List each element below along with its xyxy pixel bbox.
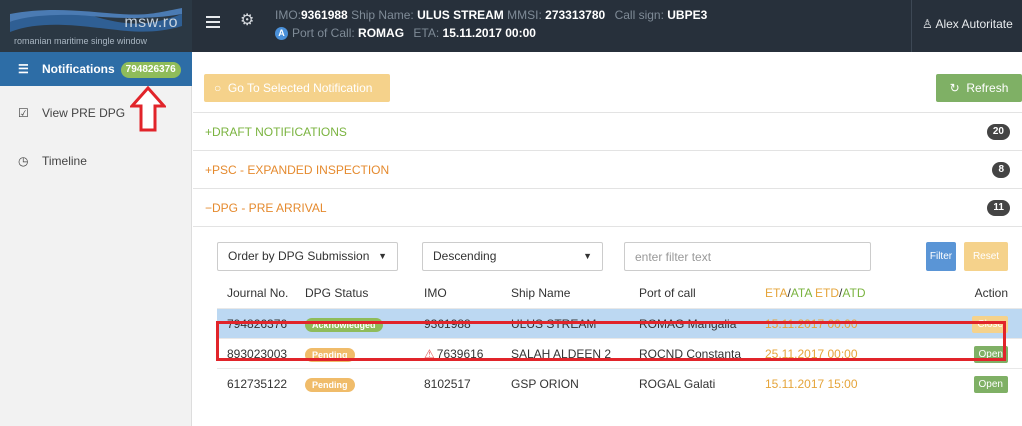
open-button[interactable]: Open xyxy=(973,376,1008,394)
collapse-minus-icon: − xyxy=(205,201,213,215)
filter-button[interactable]: Filter xyxy=(926,242,956,271)
ship-info: IMO:9361988 Ship Name: ULUS STREAM MMSI:… xyxy=(275,6,707,42)
section-title: DPG - PRE ARRIVAL xyxy=(212,201,327,215)
top-bar: msw.ro romanian maritime single window ⚙… xyxy=(0,0,1022,52)
user-menu[interactable]: ♙ Alex Autoritate xyxy=(922,17,1013,31)
call-sign-value: UBPE3 xyxy=(667,8,708,22)
col-eta: ETA xyxy=(765,286,788,300)
port-badge: A xyxy=(275,27,288,41)
filter-text-input[interactable] xyxy=(624,242,871,271)
journal-no: 612735122 xyxy=(227,377,288,391)
sort-direction-select[interactable]: Descending ▼ xyxy=(422,242,603,271)
col-imo[interactable]: IMO xyxy=(424,278,447,308)
sidebar-item-label: Notifications xyxy=(42,62,115,76)
red-arrow-annotation xyxy=(130,86,166,132)
sidebar-item-label: View PRE DPG xyxy=(42,106,126,120)
hamburger-menu-icon[interactable] xyxy=(206,16,220,28)
sidebar-item-notifications[interactable]: ☰ Notifications 794826376 xyxy=(0,52,192,86)
chevron-down-icon: ▼ xyxy=(583,251,592,261)
mmsi-label: MMSI: xyxy=(507,8,542,22)
ship-name-cell: GSP ORION xyxy=(511,377,579,391)
port-value: ROMAG xyxy=(358,26,405,40)
go-to-selected-notification-button[interactable]: ○ Go To Selected Notification xyxy=(204,74,390,102)
call-sign-label: Call sign: xyxy=(614,8,664,22)
col-atd: ATD xyxy=(842,286,866,300)
sidebar-item-label: Timeline xyxy=(42,154,87,168)
ship-name-label: Ship Name: xyxy=(351,8,414,22)
section-title: DRAFT NOTIFICATIONS xyxy=(212,125,347,139)
red-highlight-annotation xyxy=(216,321,1006,361)
status-badge: Pending xyxy=(305,377,355,392)
expand-plus-icon: + xyxy=(205,163,213,177)
logo-subtitle: romanian maritime single window xyxy=(14,36,148,46)
col-status[interactable]: DPG Status xyxy=(305,278,368,308)
checkbox-icon: ☑ xyxy=(18,106,29,120)
imo-label: IMO: xyxy=(275,8,301,22)
sort-direction-value: Descending xyxy=(433,249,497,263)
gear-icon[interactable]: ⚙ xyxy=(240,12,258,30)
goto-label: Go To Selected Notification xyxy=(227,81,373,95)
expand-plus-icon: + xyxy=(205,125,213,139)
section-draft-notifications[interactable]: +DRAFT NOTIFICATIONS 20 xyxy=(193,112,1022,150)
refresh-icon: ↻ xyxy=(949,81,960,95)
section-psc-expanded-inspection[interactable]: +PSC - EXPANDED INSPECTION 8 xyxy=(193,150,1022,188)
list-icon: ☰ xyxy=(18,62,29,76)
port-label: Port of Call: xyxy=(292,26,355,40)
col-journal[interactable]: Journal No. xyxy=(227,278,288,308)
msw-logo[interactable]: msw.ro romanian maritime single window xyxy=(0,0,192,52)
col-etd: ETD xyxy=(815,286,840,300)
ship-name-value: ULUS STREAM xyxy=(417,8,504,22)
col-action: Action xyxy=(974,286,1008,300)
port-cell: ROGAL Galati xyxy=(639,377,716,391)
eta-cell: 15.11.2017 15:00 xyxy=(765,377,858,391)
divider xyxy=(911,0,912,52)
col-port-of-call[interactable]: Port of call xyxy=(639,278,696,308)
reset-button[interactable]: Reset xyxy=(964,242,1008,271)
section-dpg-pre-arrival[interactable]: −DPG - PRE ARRIVAL 11 xyxy=(193,188,1022,226)
section-count-badge: 8 xyxy=(992,162,1010,178)
order-by-select[interactable]: Order by DPG Submission I ▼ xyxy=(217,242,398,271)
eta-value: 15.11.2017 00:00 xyxy=(442,26,536,40)
circle-o-icon: ○ xyxy=(214,81,222,95)
refresh-button[interactable]: ↻ Refresh xyxy=(936,74,1022,102)
main-content: ○ Go To Selected Notification ↻ Refresh … xyxy=(193,52,1022,426)
col-eta-ata-etd-atd[interactable]: ETA/ATA ETD/ATD xyxy=(765,278,866,308)
table-row[interactable]: 612735122 Pending 8102517 GSP ORION ROGA… xyxy=(217,368,1022,398)
user-name: Alex Autoritate xyxy=(935,17,1013,31)
user-icon: ♙ xyxy=(922,17,933,31)
section-count-badge: 11 xyxy=(987,200,1010,216)
clock-icon: ◷ xyxy=(18,154,29,168)
mmsi-value: 273313780 xyxy=(545,8,606,22)
imo-cell: 8102517 xyxy=(424,377,471,391)
refresh-label: Refresh xyxy=(966,81,1009,95)
col-ship-name[interactable]: Ship Name xyxy=(511,278,570,308)
sidebar-item-timeline[interactable]: ◷ Timeline xyxy=(0,144,192,178)
imo-value: 9361988 xyxy=(301,8,348,22)
section-count-badge: 20 xyxy=(986,124,1010,140)
table-header: Journal No. DPG Status IMO Ship Name Por… xyxy=(217,278,1022,308)
section-title: PSC - EXPANDED INSPECTION xyxy=(212,163,390,177)
col-ata: ATA xyxy=(790,286,812,300)
filter-bar: Order by DPG Submission I ▼ Descending ▼… xyxy=(193,226,1022,276)
notifications-count-badge: 794826376 xyxy=(120,61,181,78)
logo-brand: msw.ro xyxy=(124,14,178,31)
chevron-down-icon: ▼ xyxy=(372,243,387,270)
eta-label: ETA: xyxy=(413,26,440,40)
order-by-value: Order by DPG Submission I xyxy=(228,249,377,263)
